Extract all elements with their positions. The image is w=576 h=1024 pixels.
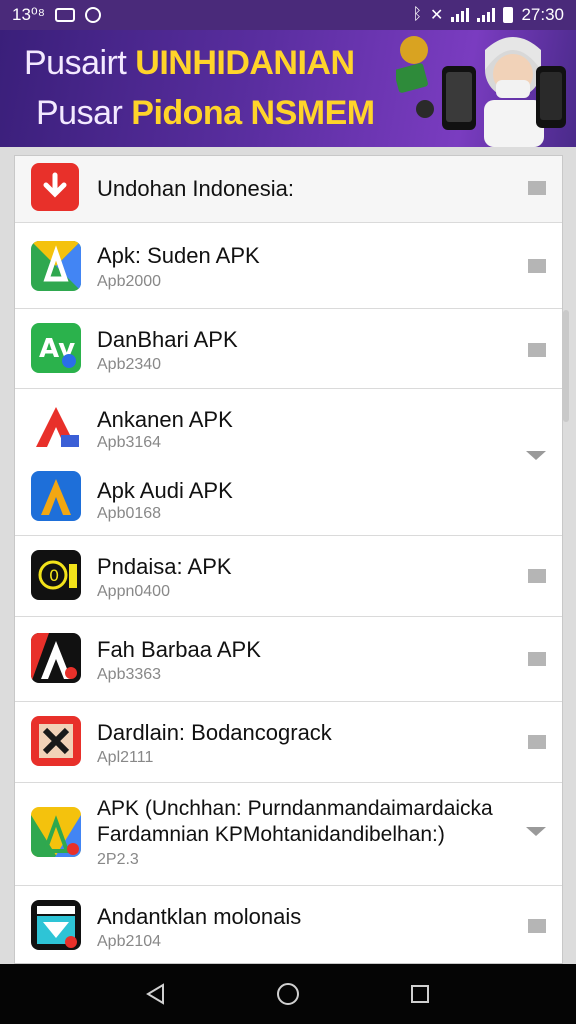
app-list: Undohan Indonesia: Apk: Suden APK Apb200… <box>14 155 563 964</box>
audi-app-icon <box>31 471 81 521</box>
item-action-icon[interactable] <box>528 652 546 666</box>
app-name-line2: Fardamnian KPMohtanidandibelhan:) <box>97 823 445 846</box>
item-action-icon[interactable] <box>528 569 546 583</box>
app-name: Fah Barbaa APK <box>97 637 261 662</box>
app-name: Andantklan molonais <box>97 904 302 929</box>
item-action-icon[interactable] <box>528 343 546 357</box>
suden-app-icon <box>31 241 81 291</box>
app-version: 2P2.3 <box>97 851 139 868</box>
wifi-icon <box>451 8 470 22</box>
app-name: Apk Audi APK <box>97 478 233 503</box>
app-version: Apb3363 <box>97 666 162 683</box>
item-action-icon[interactable] <box>528 259 546 273</box>
status-bar: 13⁰⁸ ᛒ ✕ 27:30 <box>0 0 576 30</box>
app-version: Apb3164 <box>97 434 162 451</box>
notification-icon <box>54 8 75 22</box>
bluetooth-icon: ᛒ <box>412 6 423 23</box>
mute-icon: ✕ <box>430 7 444 24</box>
app-name: Apk: Suden APK <box>97 243 260 268</box>
list-item[interactable]: APK (Unchhan: Purndanmandaimardaicka Far… <box>15 783 562 886</box>
home-icon <box>277 983 299 1005</box>
download-app-icon <box>31 163 79 211</box>
banner-headline: Pusairt UINHIDANIAN <box>24 44 355 82</box>
home-button[interactable] <box>273 979 303 1009</box>
app-version: Apb2104 <box>97 933 162 950</box>
list-item[interactable]: Fah Barbaa APK Apb3363 <box>15 617 562 702</box>
status-time-left: 13⁰⁸ <box>12 5 45 24</box>
item-action-icon[interactable] <box>528 735 546 749</box>
app-name: Dardlain: Bodancograck <box>97 720 332 745</box>
list-header-title: Undohan Indonesia: <box>97 176 294 201</box>
svg-text:0: 0 <box>49 566 59 585</box>
list-item[interactable]: Andantklan molonais Apb2104 <box>15 886 562 963</box>
banner-subheadline: Pusar Pidona NSMEM <box>36 94 375 132</box>
app-name: APK (Unchhan: Purndanmandaimardaicka <box>97 797 493 820</box>
status-time-right: 27:30 <box>521 5 564 24</box>
recents-button[interactable] <box>405 979 435 1009</box>
app-version: Apl2111 <box>97 749 154 766</box>
list-item-group[interactable]: Ankanen APK Apb3164 Apk Audi APK Apb0168 <box>15 389 562 536</box>
purndan-app-icon <box>31 807 81 857</box>
chevron-down-icon[interactable] <box>526 451 546 460</box>
list-item[interactable]: Apk: Suden APK Apb2000 <box>15 223 562 309</box>
barbaa-app-icon <box>31 633 81 683</box>
signal-icon <box>477 8 496 22</box>
sync-icon <box>84 7 101 23</box>
list-item[interactable]: Dardlain: Bodancograck Apl2111 <box>15 702 562 783</box>
menu-icon[interactable] <box>528 181 546 195</box>
app-version: Apb2340 <box>97 356 162 373</box>
chevron-down-icon[interactable] <box>526 827 546 836</box>
recents-icon <box>411 985 429 1003</box>
molonais-app-icon <box>31 900 81 950</box>
item-action-icon[interactable] <box>528 919 546 933</box>
danbhari-app-icon: Av <box>31 323 81 373</box>
banner-illustration <box>396 36 566 147</box>
app-name: Pndaisa: APK <box>97 554 232 579</box>
list-item[interactable]: Av DanBhari APK Apb2340 <box>15 309 562 389</box>
back-button[interactable] <box>141 979 171 1009</box>
app-version: Apb2000 <box>97 273 162 290</box>
promo-banner[interactable]: Pusairt UINHIDANIAN Pusar Pidona NSMEM <box>0 30 576 147</box>
bodancograck-app-icon <box>31 716 81 766</box>
pndaisa-app-icon: 0 <box>31 550 81 600</box>
navigation-bar <box>0 964 576 1024</box>
ankanen-app-icon <box>31 401 81 451</box>
app-version: Appn0400 <box>97 583 170 600</box>
app-name: Ankanen APK <box>97 407 233 432</box>
scrollbar[interactable] <box>563 310 569 422</box>
app-name: DanBhari APK <box>97 327 238 352</box>
app-version: Apb0168 <box>97 505 162 522</box>
list-item[interactable]: 0 Pndaisa: APK Appn0400 <box>15 536 562 617</box>
back-icon <box>146 983 164 1005</box>
battery-icon <box>503 7 514 23</box>
list-header[interactable]: Undohan Indonesia: <box>15 156 562 223</box>
